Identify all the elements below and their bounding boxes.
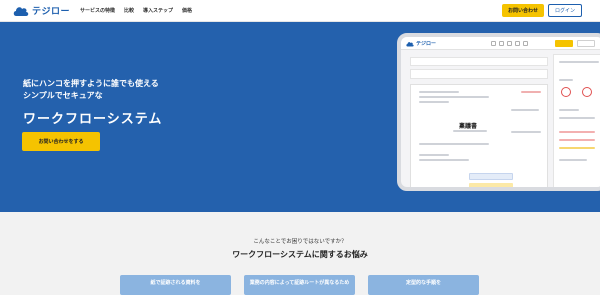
app-preview-document: 稟議書 <box>410 84 548 187</box>
doc-text-line <box>419 143 489 145</box>
site-logo[interactable]: テジロー <box>13 4 70 17</box>
problems-title: ワークフローシステムに関するお悩み <box>232 250 368 259</box>
app-preview-secondary-button <box>577 40 595 47</box>
doc-status-line <box>521 91 541 93</box>
problem-card: 定型的な手順を <box>368 275 479 295</box>
problem-card: 紙で証跡される資料を <box>120 275 231 295</box>
toolbar-icon <box>491 41 496 46</box>
sidebar-line <box>559 131 595 133</box>
document-title: 稟議書 <box>459 123 478 130</box>
toolbar-icon <box>499 41 504 46</box>
app-preview-sidebar <box>553 54 600 187</box>
toolbar-icon <box>523 41 528 46</box>
app-preview-toolbar-icons <box>491 41 528 46</box>
doc-approve-button <box>469 173 513 180</box>
app-preview-filter-row <box>410 57 548 66</box>
hero-contact-button[interactable]: お問い合わせをする <box>22 132 100 151</box>
nav-item-steps[interactable]: 導入ステップ <box>143 7 173 14</box>
cloud-logo-icon <box>406 41 414 46</box>
sidebar-line <box>559 139 595 141</box>
sidebar-line <box>559 159 587 161</box>
problem-card-label: 紙で証跡される資料を <box>150 280 201 286</box>
doc-submit-button <box>469 183 513 187</box>
nav-item-compare[interactable]: 比較 <box>124 7 134 14</box>
nav-item-features[interactable]: サービスの特徴 <box>80 7 115 14</box>
toolbar-icon <box>515 41 520 46</box>
approval-seal-icon <box>561 87 571 97</box>
doc-text-line <box>419 101 449 103</box>
hero-title: ワークフローシステム <box>23 112 163 127</box>
sidebar-line <box>559 109 579 111</box>
approval-seal-icon <box>582 87 592 97</box>
problem-card-label: 定型的な手順を <box>405 280 441 286</box>
login-button[interactable]: ログイン <box>548 4 582 17</box>
doc-text-line <box>419 159 469 161</box>
doc-text-line <box>511 109 539 111</box>
app-preview-logo-text: テジロー <box>416 41 437 47</box>
doc-text-line <box>419 154 449 156</box>
doc-text-line <box>419 96 489 98</box>
app-preview-primary-button <box>555 40 573 47</box>
problems-subtitle: こんなことでお困りではないですか？ <box>253 239 347 245</box>
app-preview-title-row <box>410 69 548 79</box>
site-header: テジロー サービスの特徴 比較 導入ステップ 価格 お問い合わせ ログイン <box>0 0 600 22</box>
doc-text-line <box>419 91 459 93</box>
problem-card-label: 業務の内容によって証跡ルートが異なるため <box>249 280 350 286</box>
nav-item-price[interactable]: 価格 <box>182 7 192 14</box>
toolbar-icon <box>507 41 512 46</box>
problem-card: 業務の内容によって証跡ルートが異なるため <box>244 275 355 295</box>
app-preview-tablet: テジロー 稟議書 <box>397 33 600 191</box>
sidebar-line <box>559 61 599 63</box>
doc-text-line <box>511 131 541 133</box>
hero-subtitle: 紙にハンコを押すように誰でも使える シンプルでセキュアな <box>23 79 159 100</box>
sidebar-line <box>559 79 573 81</box>
logo-text: テジロー <box>32 7 71 17</box>
main-nav: サービスの特徴 比較 導入ステップ 価格 <box>80 7 192 14</box>
cloud-logo-icon <box>13 6 29 16</box>
sidebar-line <box>559 117 595 119</box>
sidebar-line <box>559 147 595 149</box>
hero-section: 紙にハンコを押すように誰でも使える シンプルでセキュアな ワークフローシステム … <box>0 22 600 212</box>
app-preview-logo: テジロー <box>406 40 436 47</box>
contact-button[interactable]: お問い合わせ <box>502 4 544 17</box>
doc-text-line <box>453 130 487 132</box>
